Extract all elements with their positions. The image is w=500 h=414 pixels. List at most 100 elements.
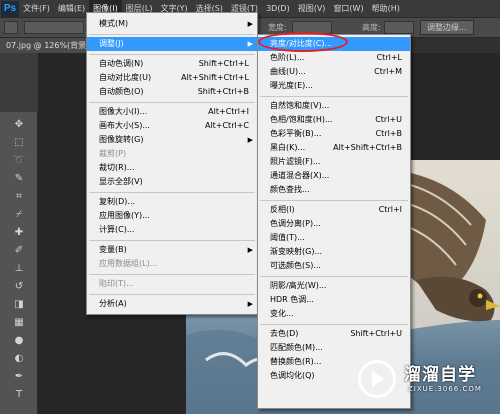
highlight-circle-annotation [258,32,348,52]
menu-item-posterize[interactable]: 色调分离(P)... [258,217,410,231]
menu-item-color-balance[interactable]: 色彩平衡(B)... Ctrl+B [258,127,410,141]
menu-item-photo-filter[interactable]: 照片滤镜(F)... [258,155,410,169]
eraser-tool-icon[interactable]: ◨ [12,298,26,312]
eyedropper-tool-icon[interactable]: ⌿ [12,208,26,222]
type-tool-icon[interactable]: T [12,388,26,402]
quick-select-tool-icon[interactable]: ✎ [12,172,26,186]
menu-item-apply-data-set: 应用数据组(L)... [87,257,257,271]
menu-item-label: 曝光度(E)... [270,81,313,90]
menu-item-hue-saturation[interactable]: 色相/饱和度(H)... Ctrl+U [258,113,410,127]
gradient-tool-icon[interactable]: ▦ [12,316,26,330]
menu-item-auto-tone[interactable]: 自动色调(N) Shift+Ctrl+L [87,57,257,71]
clone-stamp-tool-icon[interactable]: ⊥ [12,262,26,276]
menu-item-shortcut: Shift+Ctrl+B [197,87,249,96]
menu-item-channel-mixer[interactable]: 通道混合器(X)... [258,169,410,183]
menu-item-label: 显示全部(V) [99,177,143,186]
menu-help[interactable]: 帮助(H) [368,0,404,18]
menu-item-label: 色相/饱和度(H)... [270,115,333,124]
menu-item-label: 黑白(K)... [270,143,306,152]
lasso-tool-icon[interactable]: ➰ [12,154,26,168]
menu-item-label: 通道混合器(X)... [270,171,330,180]
menu-item-desaturate[interactable]: 去色(D) Shift+Ctrl+U [258,327,410,341]
menu-item-hdr-toning[interactable]: HDR 色调... [258,293,410,307]
menu-item-curves[interactable]: 曲线(U)... Ctrl+M [258,65,410,79]
history-brush-tool-icon[interactable]: ↺ [12,280,26,294]
menu-item-label: 替换颜色(R)... [270,357,322,366]
menu-item-auto-contrast[interactable]: 自动对比度(U) Alt+Shift+Ctrl+L [87,71,257,85]
adjust-edge-button[interactable]: 调整边缘... [420,20,474,35]
watermark-title: 溜溜自学 [404,365,476,385]
brush-tool-icon[interactable]: ✐ [12,244,26,258]
menu-item-adjust[interactable]: 调整(J) ▶ [87,37,257,51]
menu-item-duplicate[interactable]: 复制(D)... [87,195,257,209]
healing-brush-tool-icon[interactable]: ✚ [12,226,26,240]
menu-item-variations[interactable]: 变化... [258,307,410,321]
menu-item-vibrance[interactable]: 自然饱和度(V)... [258,99,410,113]
image-menu: 模式(M) ▶ 调整(J) ▶ 自动色调(N) Shift+Ctrl+L 自动对比度(… [86,12,258,315]
crop-tool-icon[interactable]: ⌗ [12,190,26,204]
menu-item-calculations[interactable]: 计算(C)... [87,223,257,237]
submenu-arrow-icon: ▶ [247,300,253,308]
menu-item-selective-color[interactable]: 可选颜色(S)... [258,259,410,273]
menu-item-label: 分析(A) [99,299,127,308]
menu-item-reveal-all[interactable]: 显示全部(V) [87,175,257,189]
menu-item-label: 裁剪(P) [99,149,127,158]
menu-item-gradient-map[interactable]: 渐变映射(G)... [258,245,410,259]
menu-item-label: 复制(D)... [99,197,136,206]
menu-item-label: 变化... [270,309,294,318]
menu-item-image-rotation[interactable]: 图像旋转(G) ▶ [87,133,257,147]
menu-item-label: 反相(I) [270,205,295,214]
menu-item-auto-color[interactable]: 自动颜色(O) Shift+Ctrl+B [87,85,257,99]
menu-item-label: 画布大小(S)... [99,121,150,130]
dodge-tool-icon[interactable]: ◐ [12,352,26,366]
menu-item-label: 去色(D) [270,329,299,338]
menu-window[interactable]: 窗口(W) [329,0,367,18]
menu-item-shortcut: Alt+Ctrl+I [208,107,249,116]
menu-item-shortcut: Alt+Shift+Ctrl+L [181,73,249,82]
menu-3d[interactable]: 3D(D) [262,0,294,18]
menu-item-label: 匹配颜色(M)... [270,343,323,352]
menu-item-label: 自然饱和度(V)... [270,101,330,110]
menu-item-analysis[interactable]: 分析(A) ▶ [87,297,257,311]
tools-panel: ✥ ⬚ ➰ ✎ ⌗ ⌿ ✚ ✐ ⊥ ↺ ◨ ▦ ● ◐ ✒ T [0,112,38,414]
menu-item-color-lookup[interactable]: 颜色查找... [258,183,410,197]
menu-item-label: 色调均化(Q) [270,371,315,380]
menu-item-shortcut: Shift+Ctrl+L [198,59,249,68]
menu-item-shadows-highlights[interactable]: 阴影/高光(W)... [258,279,410,293]
menu-file[interactable]: 文件(F) [19,0,54,18]
menu-item-apply-image[interactable]: 应用图像(Y)... [87,209,257,223]
menu-item-levels[interactable]: 色阶(L)... Ctrl+L [258,51,410,65]
menu-item-label: 裁切(R)... [99,163,135,172]
menu-item-canvas-size[interactable]: 画布大小(S)... Alt+Ctrl+C [87,119,257,133]
menu-item-shortcut: Ctrl+U [375,115,402,124]
menu-item-black-white[interactable]: 黑白(K)... Alt+Shift+Ctrl+B [258,141,410,155]
menu-view[interactable]: 视图(V) [294,0,330,18]
menu-item-label: 自动颜色(O) [99,87,144,96]
menu-item-exposure[interactable]: 曝光度(E)... [258,79,410,93]
menu-item-label: 计算(C)... [99,225,135,234]
menu-separator [89,294,255,295]
menu-item-shortcut: Alt+Ctrl+C [204,121,249,130]
menu-separator [89,240,255,241]
menu-separator [260,324,408,325]
menu-item-image-size[interactable]: 图像大小(I)... Alt+Ctrl+I [87,105,257,119]
menu-separator [89,274,255,275]
menu-item-variables[interactable]: 变量(B) ▶ [87,243,257,257]
menu-item-invert[interactable]: 反相(I) Ctrl+I [258,203,410,217]
menu-item-threshold[interactable]: 阈值(T)... [258,231,410,245]
pen-tool-icon[interactable]: ✒ [12,370,26,384]
menu-edit[interactable]: 编辑(E) [54,0,89,18]
menu-item-label: 应用图像(Y)... [99,211,150,220]
tool-preset-picker[interactable] [4,21,18,34]
move-tool-icon[interactable]: ✥ [12,118,26,132]
menu-item-trim[interactable]: 裁切(R)... [87,161,257,175]
height-field[interactable] [384,21,414,34]
blur-tool-icon[interactable]: ● [12,334,26,348]
menu-item-shortcut: Ctrl+I [378,205,402,214]
marquee-tool-icon[interactable]: ⬚ [12,136,26,150]
selection-mode-buttons[interactable] [24,21,84,34]
submenu-arrow-icon: ▶ [247,40,253,48]
menu-item-trap: 陷印(T)... [87,277,257,291]
watermark: 溜溜自学 ZIXUE.3066.COM [352,352,500,414]
menu-item-mode[interactable]: 模式(M) ▶ [87,17,257,31]
